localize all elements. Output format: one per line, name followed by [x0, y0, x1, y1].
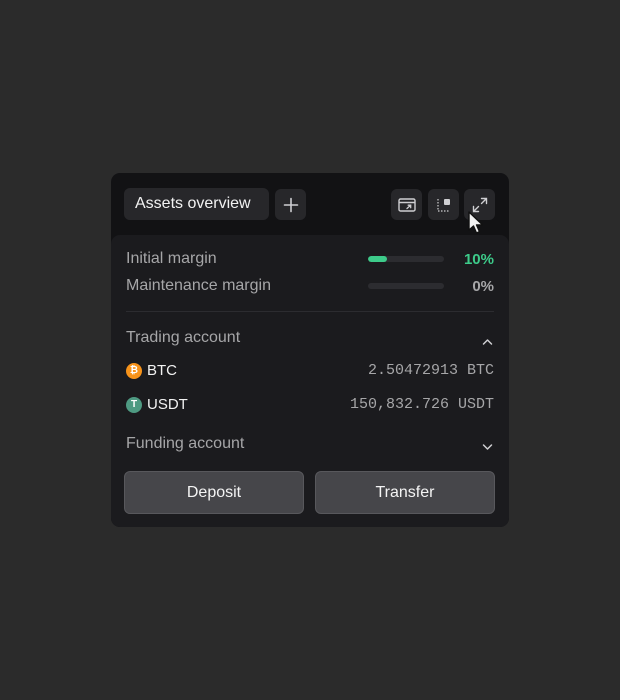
widget-body: Initial margin 10% Maintenance margin 0%… [111, 235, 509, 527]
maintenance-margin-bar [368, 283, 444, 289]
asset-amount: 150,832.726 USDT [349, 396, 494, 413]
widget-header: Assets overview [111, 173, 509, 235]
deposit-button[interactable]: Deposit [124, 471, 304, 514]
open-window-button[interactable] [391, 189, 422, 220]
window-icon [397, 197, 416, 213]
trading-account-header[interactable]: Trading account [126, 329, 240, 347]
mouse-pointer-icon [466, 210, 486, 241]
initial-margin-percent: 10% [463, 251, 494, 268]
chevron-up-icon[interactable] [482, 333, 493, 351]
tab-assets-overview[interactable]: Assets overview [124, 188, 269, 220]
usdt-coin-icon: T [126, 397, 142, 413]
asset-symbol: USDT [147, 396, 188, 413]
chevron-down-icon[interactable] [482, 438, 493, 456]
maintenance-margin-percent: 0% [472, 278, 494, 295]
asset-row-usdt: T USDT 150,832.726 USDT [126, 395, 494, 415]
asset-row-btc: ₿ BTC 2.50472913 BTC [126, 361, 494, 381]
btc-coin-icon: ₿ [126, 363, 142, 379]
transfer-button[interactable]: Transfer [315, 471, 495, 514]
maintenance-margin-label: Maintenance margin [126, 277, 271, 294]
initial-margin-label: Initial margin [126, 250, 217, 267]
divider [126, 311, 494, 312]
assets-overview-widget: Assets overview Initial margin 10% Maint… [111, 173, 509, 527]
add-icon [283, 197, 299, 213]
add-tab-button[interactable] [275, 189, 306, 220]
initial-margin-bar-fill [368, 256, 387, 262]
asset-symbol: BTC [147, 362, 177, 379]
dock-icon [436, 197, 452, 213]
initial-margin-bar [368, 256, 444, 262]
asset-amount: 2.50472913 BTC [367, 362, 494, 379]
dock-panel-button[interactable] [428, 189, 459, 220]
funding-account-header[interactable]: Funding account [126, 435, 244, 453]
